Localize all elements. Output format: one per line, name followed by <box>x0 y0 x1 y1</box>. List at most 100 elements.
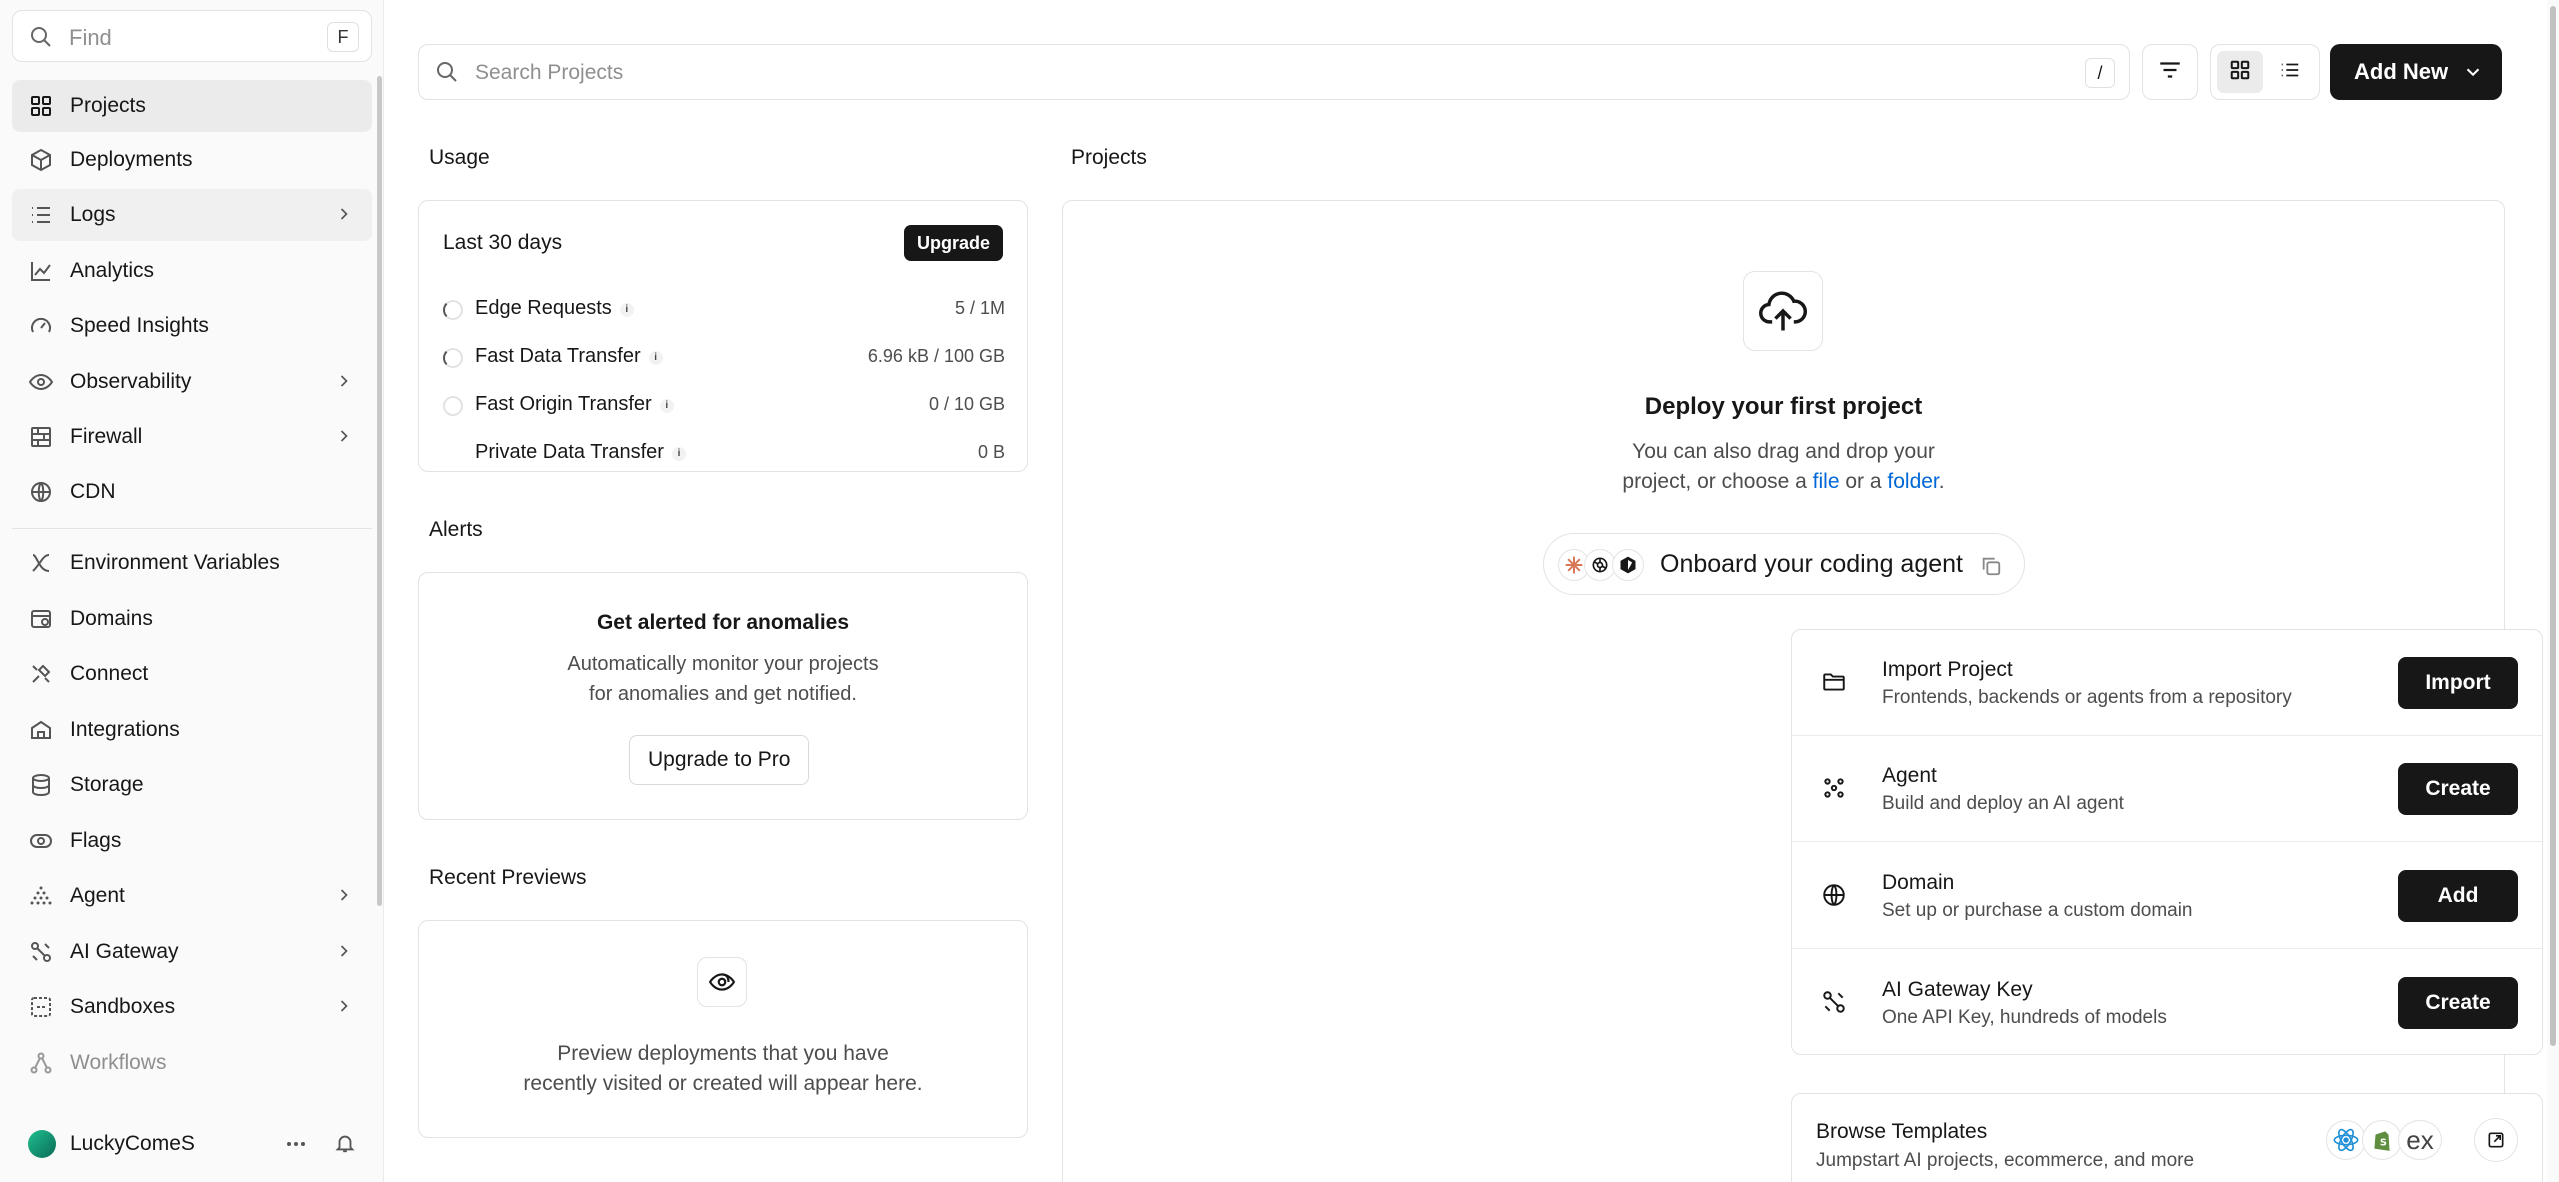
sidebar-item-analytics[interactable]: Analytics <box>12 245 372 297</box>
sidebar-item-firewall[interactable]: Firewall <box>12 411 372 463</box>
info-icon[interactable]: i <box>671 447 686 461</box>
add-new-button[interactable]: Add New <box>2330 44 2502 100</box>
sidebar-item-projects[interactable]: Projects <box>12 80 372 132</box>
sidebar-item-sandboxes[interactable]: Sandboxes <box>12 981 372 1033</box>
sidebar-scrollbar[interactable] <box>377 76 382 906</box>
sidebar-item-deployments[interactable]: Deployments <box>12 134 372 186</box>
ai-gateway-icon <box>1816 984 1852 1020</box>
info-icon[interactable]: i <box>648 351 663 365</box>
agent-logos <box>1558 549 1646 581</box>
usage-value: 0 B <box>977 442 1005 462</box>
globe-icon <box>28 479 54 505</box>
import-button[interactable]: Import <box>2398 657 2518 709</box>
sidebar-item-storage[interactable]: Storage <box>12 759 372 811</box>
sidebar-item-logs[interactable]: Logs <box>12 189 372 241</box>
find-input[interactable]: Find F <box>12 10 372 62</box>
bell-icon[interactable] <box>334 1132 356 1159</box>
eye-preview-icon <box>697 957 747 1007</box>
express-logo-icon: ex <box>2398 1120 2442 1160</box>
usage-ring-icon <box>443 348 463 368</box>
chevron-right-icon <box>334 204 354 229</box>
external-link-icon[interactable] <box>2474 1118 2518 1162</box>
filter-button[interactable] <box>2142 44 2198 100</box>
usage-row[interactable]: Edge Requests i 5 / 1M <box>443 294 1005 324</box>
sidebar-item-label: Integrations <box>70 718 180 741</box>
onboard-coding-agent-button[interactable]: Onboard your coding agent <box>1543 533 2025 595</box>
user-menu[interactable]: LuckyComeS <box>12 1122 372 1166</box>
usage-value: 0 / 10 GB <box>928 394 1005 414</box>
page-scrollbar[interactable] <box>2547 0 2559 1182</box>
sidebar-item-agent[interactable]: Agent <box>12 870 372 922</box>
sidebar-item-label: Flags <box>70 829 122 852</box>
plug-icon <box>28 661 54 687</box>
info-icon[interactable]: i <box>659 399 674 413</box>
sidebar-item-label: Projects <box>70 94 146 117</box>
create-ai-gateway-key-button[interactable]: Create <box>2398 977 2518 1029</box>
grid-view-button[interactable] <box>2217 51 2263 93</box>
upgrade-to-pro-button[interactable]: Upgrade to Pro <box>629 735 810 785</box>
grid-icon <box>2229 59 2251 86</box>
svg-text:S: S <box>2380 1137 2387 1148</box>
action-title: Import Project <box>1882 658 2013 681</box>
search-projects-input[interactable]: Search Projects / <box>418 44 2130 100</box>
sidebar-item-environment-variables[interactable]: Environment Variables <box>12 537 372 589</box>
sandbox-icon <box>28 994 54 1020</box>
sidebar-item-label: Agent <box>70 884 125 907</box>
deploy-desc-line: You can also drag and drop your <box>1632 440 1935 463</box>
alerts-desc-line: for anomalies and get notified. <box>589 683 857 705</box>
workflow-icon <box>28 1050 54 1076</box>
create-agent-button[interactable]: Create <box>2398 763 2518 815</box>
usage-row[interactable]: Private Data Transfer i 0 B <box>443 438 1005 468</box>
deploy-title: Deploy your first project <box>1644 393 1923 420</box>
sidebar-item-label: Firewall <box>70 425 143 448</box>
usage-row[interactable]: Fast Data Transfer i 6.96 kB / 100 GB <box>443 342 1005 372</box>
sidebar-item-ai-gateway[interactable]: AI Gateway <box>12 926 372 978</box>
deploy-desc-text: or a <box>1839 470 1888 493</box>
add-domain-button[interactable]: Add <box>2398 870 2518 922</box>
react-logo-icon <box>2326 1120 2366 1160</box>
list-icon <box>2279 59 2301 86</box>
add-new-label: Add New <box>2354 59 2449 84</box>
usage-ring-icon <box>443 300 463 320</box>
sidebar-item-speed-insights[interactable]: Speed Insights <box>12 300 372 352</box>
browse-templates-card[interactable]: Browse Templates Jumpstart AI projects, … <box>1791 1093 2543 1182</box>
main-content: Search Projects / Add New Usage Last 30 … <box>384 0 2547 1182</box>
list-item[interactable]: Domain Set up or purchase a custom domai… <box>1792 843 2542 949</box>
sidebar: Find F Projects Deployments Logs Analyti… <box>0 0 384 1182</box>
sidebar-item-label: Domains <box>70 607 153 630</box>
list-item[interactable]: Import Project Frontends, backends or ag… <box>1792 630 2542 736</box>
usage-card: Last 30 days Upgrade Edge Requests i 5 / … <box>418 200 1028 472</box>
upgrade-button[interactable]: Upgrade <box>903 225 1003 261</box>
folder-link[interactable]: folder <box>1887 470 1938 493</box>
domain-icon <box>28 606 54 632</box>
list-item[interactable]: AI Gateway Key One API Key, hundreds of … <box>1792 950 2542 1054</box>
shopify-logo-icon: S <box>2362 1120 2402 1160</box>
list-item[interactable]: Agent Build and deploy an AI agent Creat… <box>1792 736 2542 842</box>
folder-icon <box>1816 664 1852 700</box>
usage-name: Private Data Transfer <box>475 441 664 463</box>
list-view-button[interactable] <box>2267 51 2313 93</box>
sidebar-item-label: Logs <box>70 203 116 226</box>
agent-icon <box>1816 770 1852 806</box>
sidebar-item-cdn[interactable]: CDN <box>12 466 372 518</box>
sidebar-item-observability[interactable]: Observability <box>12 356 372 408</box>
more-icon[interactable] <box>284 1132 308 1161</box>
sidebar-item-label: Environment Variables <box>70 551 280 574</box>
info-icon[interactable]: i <box>619 303 634 317</box>
sidebar-item-workflows[interactable]: Workflows <box>12 1037 372 1089</box>
file-link[interactable]: file <box>1813 470 1840 493</box>
sidebar-item-domains[interactable]: Domains <box>12 593 372 645</box>
usage-row[interactable]: Fast Origin Transfer i 0 / 10 GB <box>443 390 1005 420</box>
sidebar-item-flags[interactable]: Flags <box>12 815 372 867</box>
usage-ring-icon <box>443 396 463 416</box>
sidebar-item-label: AI Gateway <box>70 940 179 963</box>
sidebar-item-label: Connect <box>70 662 149 685</box>
sidebar-item-integrations[interactable]: Integrations <box>12 704 372 756</box>
deploy-description: You can also drag and drop your project,… <box>1063 437 2504 497</box>
toggle-icon <box>28 828 54 854</box>
alerts-title: Get alerted for anomalies <box>596 611 850 634</box>
previews-description: Preview deployments that you have recent… <box>419 1039 1027 1099</box>
sidebar-item-connect[interactable]: Connect <box>12 648 372 700</box>
page-scrollbar-thumb[interactable] <box>2550 6 2556 1046</box>
copy-icon[interactable] <box>1980 555 2002 582</box>
